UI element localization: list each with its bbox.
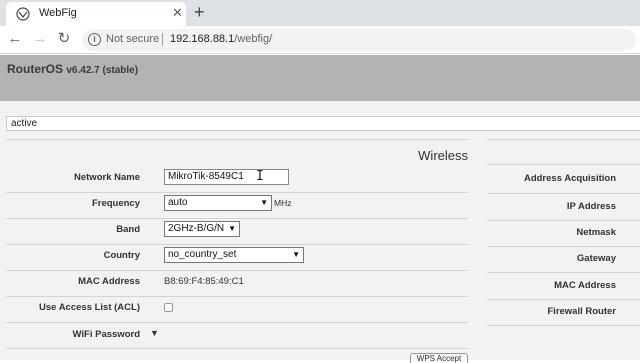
mac-address-row: MAC Address B8:69:F4:85:49:C1	[6, 270, 468, 296]
url-host: 192.168.88.1	[170, 33, 235, 45]
text-cursor-icon: I	[256, 169, 264, 184]
new-tab-icon[interactable]: +	[194, 2, 205, 23]
country-select[interactable]: no_country_set ▼	[164, 247, 304, 263]
wifi-password-row: WiFi Password ▼	[6, 323, 468, 349]
network-name-input[interactable]: MikroTik-8549C1	[164, 169, 289, 185]
frequency-unit: MHz	[274, 198, 292, 208]
webfig-favicon-icon	[16, 7, 30, 21]
country-row: Country no_country_set ▼	[6, 244, 468, 270]
address-acquisition-label: Address Acquisition	[523, 173, 616, 184]
address-bar[interactable]: i Not secure 192.168.88.1/webfig/	[82, 29, 636, 51]
browser-toolbar: ← → ↻ i Not secure 192.168.88.1/webfig/	[0, 26, 640, 54]
address-acquisition-row: Address Acquisition	[487, 167, 640, 193]
wifi-password-label: WiFi Password	[72, 329, 140, 340]
band-value: 2GHz-B/G/N	[168, 223, 225, 234]
band-row: Band 2GHz-B/G/N ▼	[6, 218, 468, 244]
chevron-down-icon: ▼	[228, 224, 236, 233]
firewall-router-label: Firewall Router	[547, 306, 616, 317]
url-text[interactable]: 192.168.88.1/webfig/	[170, 33, 272, 45]
mac-address-value: B8:69:F4:85:49:C1	[164, 276, 244, 287]
ip-address-row: IP Address	[487, 195, 640, 221]
frequency-value: auto	[168, 197, 188, 208]
country-value: no_country_set	[168, 249, 237, 260]
frequency-select[interactable]: auto ▼	[164, 195, 272, 211]
divider	[487, 139, 640, 140]
browser-tab[interactable]: WebFig ✕	[6, 2, 186, 26]
tab-title: WebFig	[39, 7, 77, 19]
access-list-row: Use Access List (ACL)	[6, 296, 468, 322]
brand-title: RouterOS v6.42.7 (stable)	[7, 62, 138, 76]
internet-mac-address-row: MAC Address	[487, 274, 640, 300]
back-icon[interactable]: ←	[6, 30, 24, 48]
access-list-label: Use Access List (ACL)	[38, 302, 140, 313]
wireless-section-title: Wireless	[418, 148, 468, 163]
band-select[interactable]: 2GHz-B/G/N ▼	[164, 221, 240, 237]
expand-toggle-icon[interactable]: ▼	[150, 328, 159, 338]
internet-panel: Address Acquisition IP Address Netmask G…	[487, 139, 640, 360]
routeros-header: RouterOS v6.42.7 (stable)	[0, 55, 640, 101]
gateway-label: Gateway	[576, 253, 616, 264]
close-tab-icon[interactable]: ✕	[172, 5, 183, 21]
internet-mac-address-label: MAC Address	[554, 280, 616, 291]
divider	[6, 348, 468, 349]
address-separator	[162, 33, 163, 46]
country-label: Country	[103, 250, 140, 261]
divider	[6, 139, 468, 140]
gateway-row: Gateway	[487, 247, 640, 273]
divider	[487, 325, 640, 326]
netmask-label: Netmask	[576, 227, 616, 238]
info-icon[interactable]: i	[88, 33, 101, 46]
network-name-label: Network Name	[74, 172, 140, 183]
reload-icon[interactable]: ↻	[55, 30, 73, 48]
network-name-row: Network Name MikroTik-8549C1 I	[6, 166, 468, 192]
firewall-router-row: Firewall Router	[487, 300, 640, 326]
divider	[487, 193, 640, 194]
status-field: active	[6, 116, 640, 131]
netmask-row: Netmask	[487, 221, 640, 247]
forward-icon[interactable]: →	[31, 30, 49, 48]
divider	[487, 272, 640, 273]
access-list-checkbox[interactable]	[164, 303, 173, 312]
security-indicator[interactable]: Not secure	[106, 33, 159, 45]
main-content: active Wireless Network Name MikroTik-85…	[0, 101, 640, 363]
browser-tabstrip: WebFig ✕ +	[0, 0, 640, 26]
wps-accept-button[interactable]: WPS Accept	[410, 353, 468, 363]
frequency-row: Frequency auto ▼ MHz	[6, 192, 468, 218]
ip-address-label: IP Address	[566, 201, 616, 212]
wireless-panel: Wireless Network Name MikroTik-8549C1 I …	[6, 139, 476, 363]
url-path: /webfig/	[234, 33, 273, 45]
brand-name: RouterOS	[7, 62, 64, 76]
divider	[487, 164, 640, 165]
mac-address-label: MAC Address	[78, 276, 140, 287]
version-text: v6.42.7 (stable)	[66, 65, 139, 76]
frequency-label: Frequency	[91, 198, 140, 209]
chevron-down-icon: ▼	[292, 250, 300, 259]
band-label: Band	[116, 224, 140, 235]
chevron-down-icon: ▼	[260, 198, 268, 207]
